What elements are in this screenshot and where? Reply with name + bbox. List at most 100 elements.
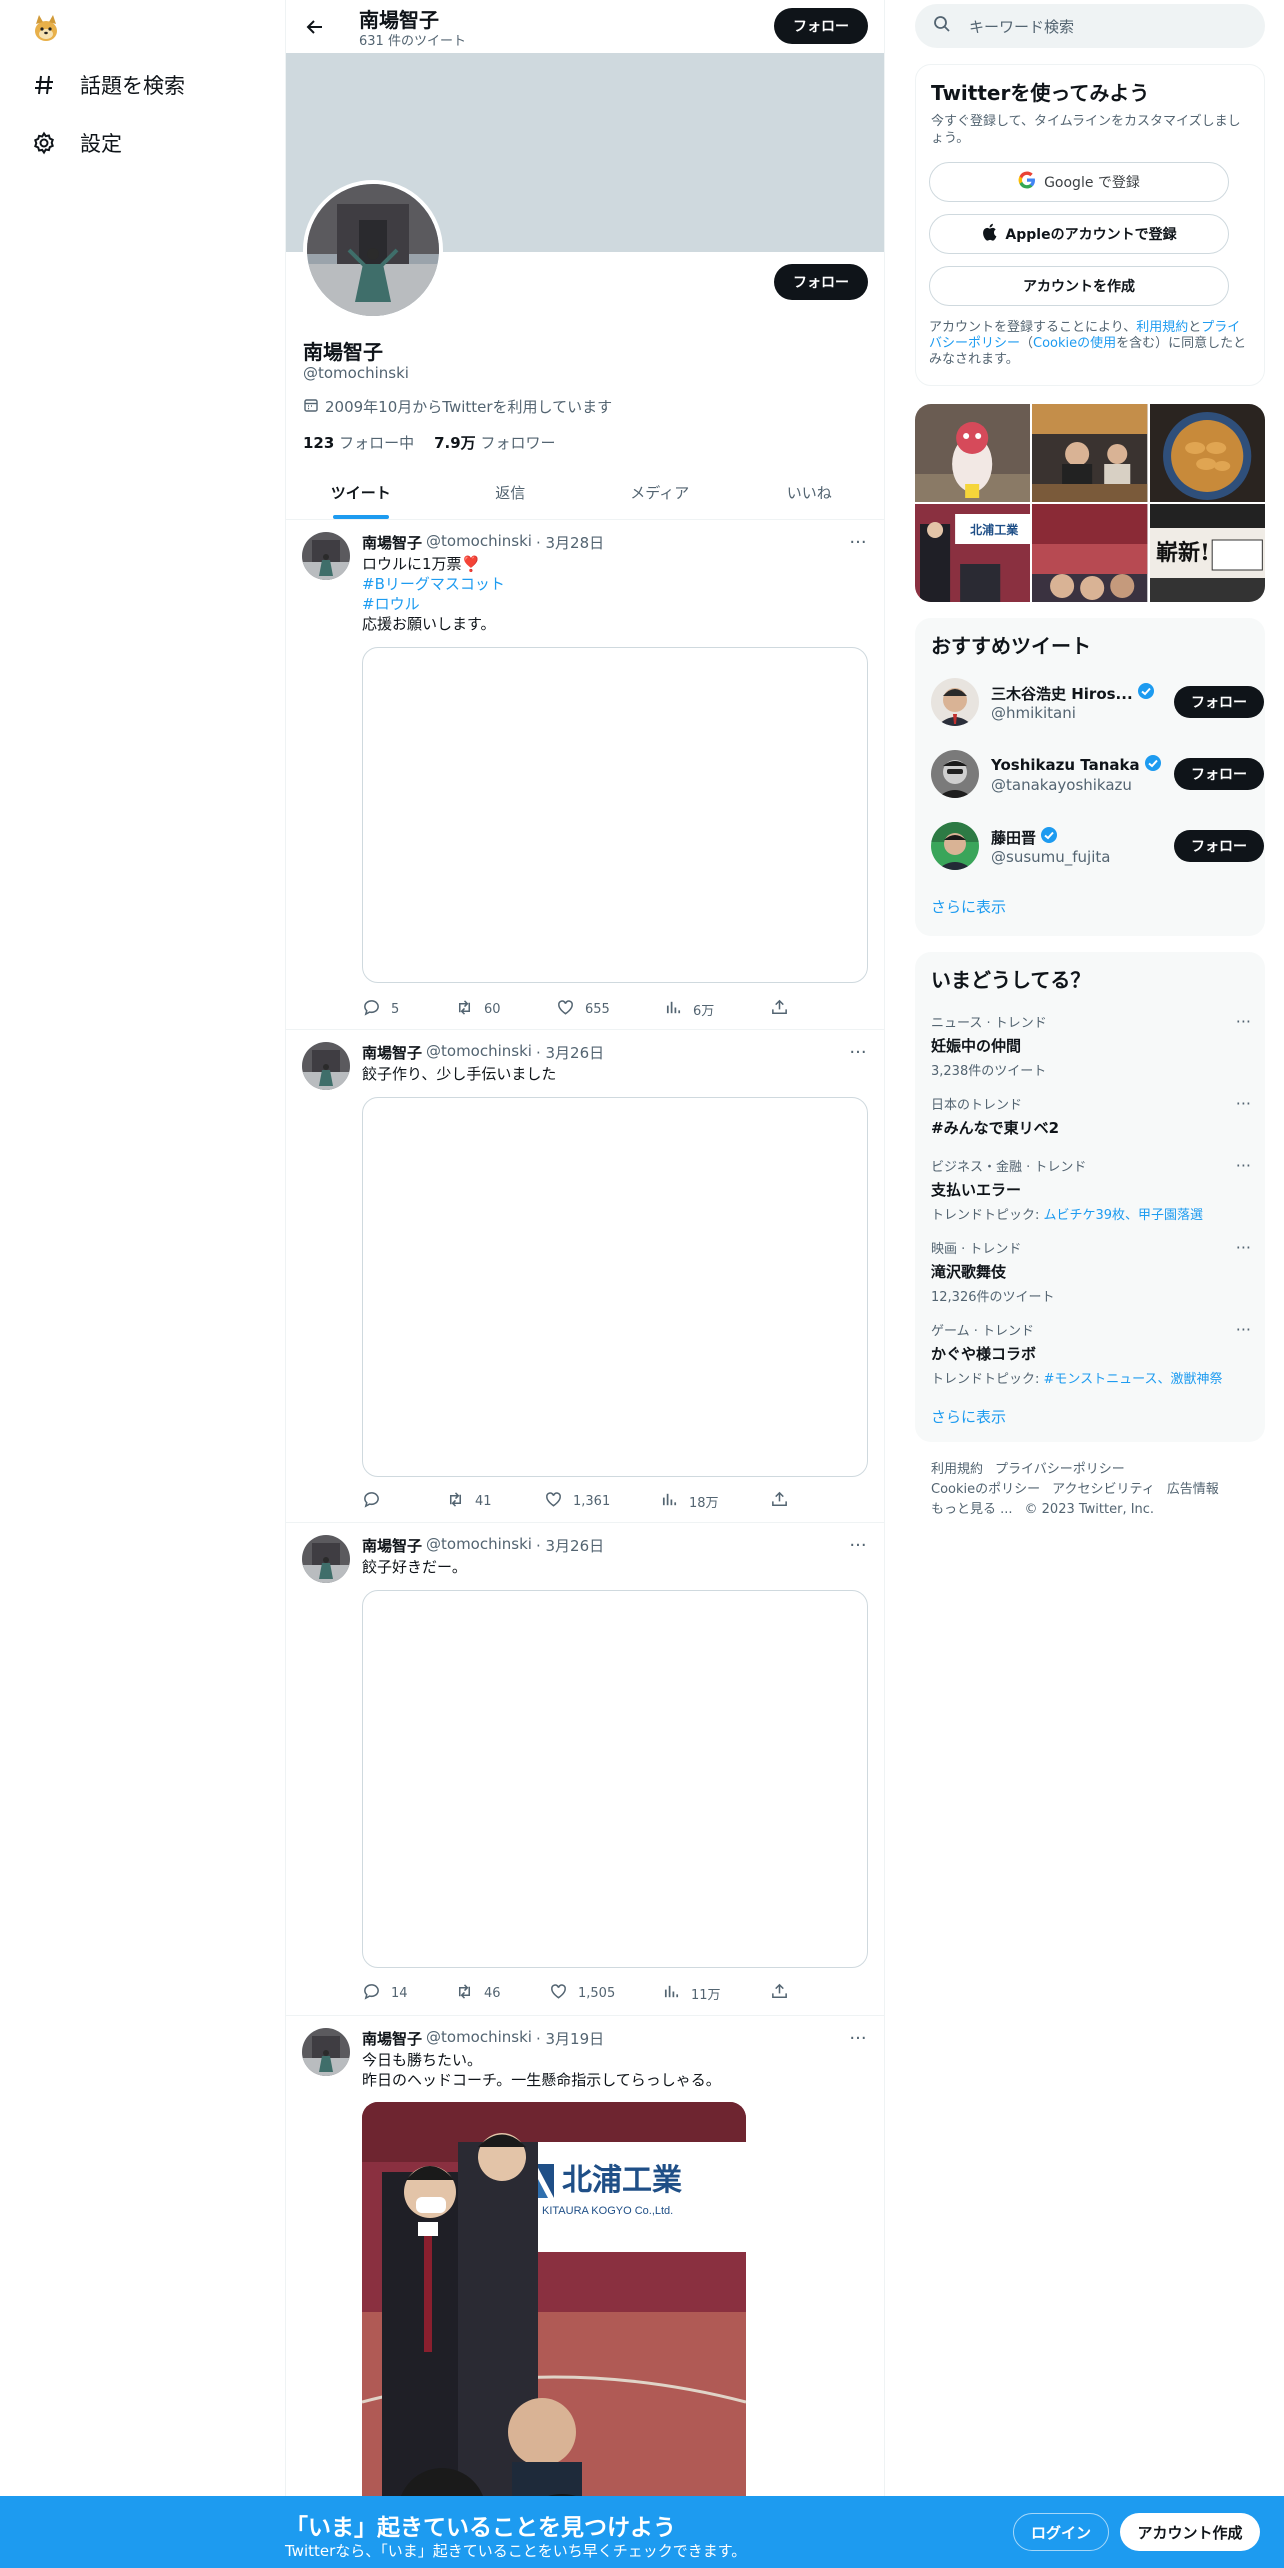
tweet-author-name[interactable]: 南場智子 <box>362 1535 422 1556</box>
following-link[interactable]: 123 フォロー中 <box>303 432 414 453</box>
media-thumbnail[interactable] <box>915 404 1031 502</box>
more-options-icon[interactable]: ··· <box>1236 1320 1251 1339</box>
footer-terms-link[interactable]: 利用規約 <box>931 1462 983 1477</box>
trend-item[interactable]: 映画 · トレンド 滝沢歌舞伎 12,326件のツイート ··· <box>931 1238 1251 1305</box>
tweet-avatar[interactable] <box>302 532 350 580</box>
like-button[interactable]: 1,361 <box>544 1490 660 1513</box>
recommended-user[interactable]: Yoshikazu Tanaka @tanakayoshikazu フォロー <box>931 750 1264 800</box>
retweet-button[interactable]: 41 <box>446 1490 544 1513</box>
trend-topic-links[interactable]: ムビチケ39枚、甲子園落選 <box>1044 1208 1204 1223</box>
tweet-author-name[interactable]: 南場智子 <box>362 1042 422 1063</box>
follow-button[interactable]: フォロー <box>1174 758 1264 790</box>
more-options-icon[interactable]: ··· <box>1236 1012 1251 1031</box>
create-account-button[interactable]: アカウントを作成 <box>929 266 1229 306</box>
search-input[interactable]: キーワード検索 <box>969 16 1074 37</box>
back-arrow-icon[interactable] <box>300 12 330 42</box>
footer-cookie-link[interactable]: Cookieのポリシー <box>931 1482 1040 1497</box>
more-options-icon[interactable]: ··· <box>1236 1094 1251 1113</box>
tab-media[interactable]: メディア <box>585 466 735 519</box>
more-options-icon[interactable]: ··· <box>846 1042 870 1063</box>
tweet[interactable]: 南場智子 @tomochinski · 3月28日 ··· ロウルに1万票❣️ … <box>286 520 884 1030</box>
trend-item[interactable]: ゲーム · トレンド かぐや様コラボ トレンドトピック: #モンストニュース、激… <box>931 1320 1251 1387</box>
header-follow-button[interactable]: フォロー <box>774 8 868 44</box>
profile-avatar[interactable] <box>303 180 443 320</box>
tweet[interactable]: 南場智子 @tomochinski · 3月19日 ··· 今日も勝ちたい。 昨… <box>286 2016 884 2568</box>
more-options-icon[interactable]: ··· <box>1236 1156 1251 1175</box>
tab-replies[interactable]: 返信 <box>436 466 586 519</box>
show-more-link[interactable]: さらに表示 <box>931 896 1006 917</box>
reply-button[interactable]: 5 <box>362 998 455 1021</box>
recommended-user[interactable]: 三木谷浩史 Hiros... @hmikitani フォロー <box>931 678 1264 728</box>
follow-button[interactable]: フォロー <box>1174 830 1264 862</box>
tweet-author-handle[interactable]: @tomochinski <box>426 1042 532 1063</box>
tweet-date[interactable]: · 3月19日 <box>536 2028 604 2049</box>
media-thumbnail[interactable]: 北浦工業 <box>915 504 1031 602</box>
reply-button[interactable]: 14 <box>362 1982 455 2005</box>
media-thumbnail[interactable] <box>1032 504 1148 602</box>
views-button[interactable]: 18万 <box>660 1490 770 1513</box>
media-thumbnail[interactable] <box>1032 404 1148 502</box>
tweet-date[interactable]: · 3月28日 <box>536 532 604 553</box>
apple-signup-button[interactable]: Appleのアカウントで登録 <box>929 214 1229 254</box>
tweet-avatar[interactable] <box>302 2028 350 2076</box>
user-avatar[interactable] <box>931 822 979 870</box>
footer-ads-link[interactable]: 広告情報 <box>1167 1482 1219 1497</box>
signup-button[interactable]: アカウント作成 <box>1120 2513 1260 2551</box>
search-box[interactable]: キーワード検索 <box>915 4 1265 48</box>
user-avatar[interactable] <box>931 678 979 726</box>
tweet-media[interactable] <box>362 647 868 983</box>
trend-item[interactable]: ニュース · トレンド 妊娠中の仲間 3,238件のツイート ··· <box>931 1012 1251 1079</box>
tweet-avatar[interactable] <box>302 1535 350 1583</box>
show-more-link[interactable]: さらに表示 <box>931 1406 1006 1427</box>
like-button[interactable]: 655 <box>556 998 664 1021</box>
trend-topic-links[interactable]: #モンストニュース、激獣神祭 <box>1044 1372 1223 1387</box>
profile-follow-button[interactable]: フォロー <box>774 264 868 300</box>
share-button[interactable] <box>770 1982 789 2005</box>
tweet-author-handle[interactable]: @tomochinski <box>426 532 532 553</box>
tweet-date[interactable]: · 3月26日 <box>536 1535 604 1556</box>
terms-link[interactable]: 利用規約 <box>1136 320 1188 335</box>
nav-settings[interactable]: 設定 <box>30 128 122 158</box>
reply-button[interactable] <box>362 1490 446 1513</box>
trend-item[interactable]: ビジネス・金融 · トレンド 支払いエラー トレンドトピック: ムビチケ39枚、… <box>931 1156 1251 1223</box>
tweet-media[interactable] <box>362 1590 868 1968</box>
more-options-icon[interactable]: ··· <box>846 532 870 553</box>
media-thumbnail[interactable]: 嶄新! <box>1149 504 1265 602</box>
media-thumbnail[interactable] <box>1149 404 1265 502</box>
tweet[interactable]: 南場智子 @tomochinski · 3月26日 ··· 餃子好きだー。 14… <box>286 1523 884 2016</box>
tweet-media[interactable] <box>362 1097 868 1477</box>
google-signup-button[interactable]: Google で登録 <box>929 162 1229 202</box>
more-options-icon[interactable]: ··· <box>1236 1238 1251 1257</box>
hashtag-link[interactable]: #ロウル <box>362 594 505 614</box>
tweet-author-name[interactable]: 南場智子 <box>362 2028 422 2049</box>
more-options-icon[interactable]: ··· <box>846 1535 870 1556</box>
site-logo-icon[interactable] <box>30 12 62 44</box>
views-button[interactable]: 6万 <box>664 998 770 1021</box>
tab-likes[interactable]: いいね <box>735 466 885 519</box>
hashtag-link[interactable]: #Bリーグマスコット <box>362 574 505 594</box>
more-options-icon[interactable]: ··· <box>846 2028 870 2049</box>
nav-explore[interactable]: 話題を検索 <box>30 70 185 100</box>
retweet-button[interactable]: 60 <box>455 998 556 1021</box>
share-button[interactable] <box>770 998 789 1021</box>
footer-accessibility-link[interactable]: アクセシビリティ <box>1052 1482 1155 1497</box>
tweet-author-handle[interactable]: @tomochinski <box>426 2028 532 2049</box>
like-button[interactable]: 1,505 <box>549 1982 662 2005</box>
tweet-author-name[interactable]: 南場智子 <box>362 532 422 553</box>
tab-tweets[interactable]: ツイート <box>286 466 436 519</box>
footer-more-link[interactable]: もっと見る ... <box>931 1502 1013 1517</box>
trend-item[interactable]: 日本のトレンド #みんなで東リベ2 ··· <box>931 1094 1251 1138</box>
cookie-link[interactable]: Cookieの使用 <box>1033 336 1116 351</box>
follow-button[interactable]: フォロー <box>1174 686 1264 718</box>
tweet-author-handle[interactable]: @tomochinski <box>426 1535 532 1556</box>
tweet[interactable]: 南場智子 @tomochinski · 3月26日 ··· 餃子作り、少し手伝い… <box>286 1030 884 1523</box>
footer-privacy-link[interactable]: プライバシーポリシー <box>995 1462 1125 1477</box>
followers-link[interactable]: 7.9万 フォロワー <box>434 432 555 453</box>
tweet-avatar[interactable] <box>302 1042 350 1090</box>
retweet-button[interactable]: 46 <box>455 1982 549 2005</box>
tweet-date[interactable]: · 3月26日 <box>536 1042 604 1063</box>
share-button[interactable] <box>770 1490 789 1513</box>
views-button[interactable]: 11万 <box>662 1982 770 2005</box>
user-avatar[interactable] <box>931 750 979 798</box>
recommended-user[interactable]: 藤田晋 @susumu_fujita フォロー <box>931 822 1264 872</box>
